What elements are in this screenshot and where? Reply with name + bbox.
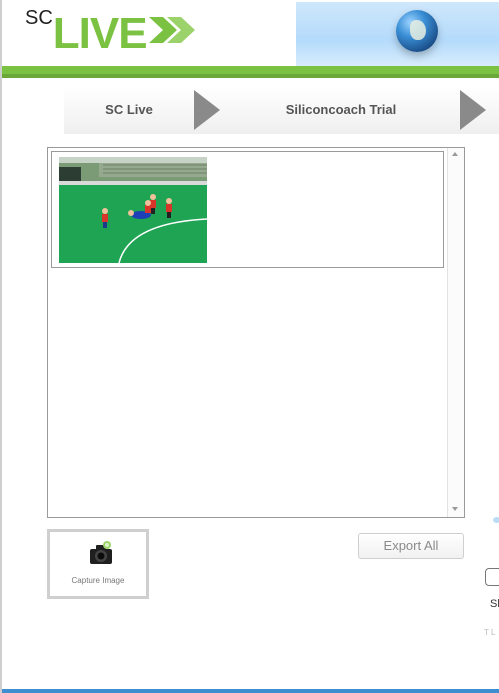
- logo-live-text: LIVE: [52, 9, 148, 58]
- partial-checkbox[interactable]: [485, 568, 499, 586]
- camera-icon: [90, 541, 112, 564]
- app-window: SC LIVE SC Live Siliconcoach Trial Captu…: [0, 0, 499, 693]
- partial-label-text: Sl: [490, 598, 499, 610]
- breadcrumb-chevron-icon: [460, 90, 486, 130]
- scroll-up-arrow-icon[interactable]: [452, 152, 458, 156]
- logo-sc-text: SC: [25, 7, 53, 29]
- scroll-down-arrow-icon[interactable]: [452, 507, 458, 511]
- sc-live-logo[interactable]: SC LIVE: [25, 6, 199, 56]
- partial-decoration: [493, 517, 499, 523]
- export-all-button[interactable]: Export All: [358, 533, 464, 559]
- breadcrumb-item-sc-live[interactable]: SC Live: [64, 86, 194, 134]
- capture-image-label: Capture Image: [71, 576, 125, 585]
- globe-icon[interactable]: [396, 10, 438, 52]
- capture-image-button[interactable]: Capture Image: [47, 529, 149, 599]
- breadcrumb-item-siliconcoach-trial[interactable]: Siliconcoach Trial: [256, 86, 426, 134]
- breadcrumb-chevron-icon: [194, 90, 220, 130]
- window-bottom-border: [2, 689, 499, 693]
- media-list-scrollbar[interactable]: [447, 148, 464, 517]
- partial-hint-text: T L: [484, 628, 496, 637]
- logo-chevrons-icon: [148, 13, 199, 52]
- media-list-panel[interactable]: [47, 147, 465, 518]
- app-header: SC LIVE: [2, 0, 499, 66]
- header-accent-bar-shadow: [2, 74, 499, 78]
- breadcrumb: SC Live Siliconcoach Trial: [64, 86, 499, 134]
- media-list-item[interactable]: [51, 151, 444, 268]
- field-hockey-thumbnail[interactable]: [59, 157, 207, 263]
